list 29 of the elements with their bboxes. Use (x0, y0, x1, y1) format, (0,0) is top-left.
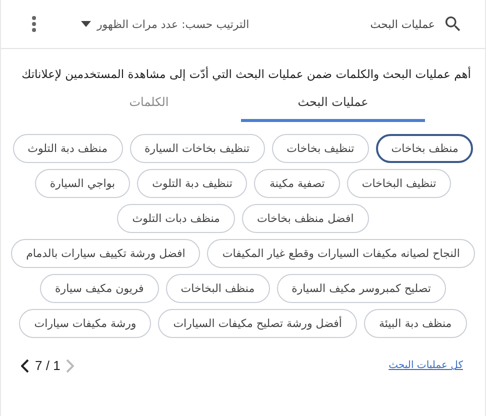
tab[interactable]: عمليات البحث (241, 89, 425, 122)
search-chip[interactable]: منظف دبات التلوث (117, 204, 235, 233)
search-chip[interactable]: تنظيف دبة التلوث (137, 169, 248, 198)
header-title: عمليات البحث (370, 18, 435, 30)
search-chip[interactable]: منظف البخاخات (166, 274, 270, 303)
all-searches-link[interactable]: كل عمليات البحث (388, 360, 463, 371)
search-chip[interactable]: منظف دبة التلوث (12, 134, 123, 163)
tab[interactable]: الكلمات (57, 89, 241, 122)
search-chip[interactable]: تصليح كمبروسر مكيف السيارة (276, 274, 446, 303)
search-chip[interactable]: منظف دبة البيئة (364, 309, 467, 338)
search-chip[interactable]: النجاح لصيانه مكيفات السيارات وقطع غيار المكيفات (207, 239, 475, 268)
search-chip[interactable]: بواجي السيارة (34, 169, 130, 198)
search-chip[interactable]: تنظيف البخاخات (346, 169, 452, 198)
description: أهم عمليات البحث والكلمات ضمن عمليات البحث التي أدّت إلى مشاهدة المستخدمين لإعلاناتك (20, 67, 471, 81)
page-counter: 7 / 1 (35, 358, 60, 373)
more-icon[interactable] (31, 15, 37, 33)
search-chip[interactable]: تنظيف بخاخات السيارة (130, 134, 265, 163)
search-icon[interactable] (443, 14, 463, 34)
caret-icon (81, 21, 91, 27)
search-chip[interactable]: فريون مكيف سيارة (40, 274, 159, 303)
search-chip[interactable]: افضل ورشة تكييف سيارات بالدمام (11, 239, 200, 268)
search-chip[interactable]: ورشة مكيفات سيارات (19, 309, 152, 338)
search-chip[interactable]: تصفية مكينة (254, 169, 340, 198)
search-chip[interactable]: منظف بخاخات (376, 134, 474, 163)
chevron-left-icon[interactable] (21, 358, 29, 372)
search-chip[interactable]: تنظيف بخاخات (272, 134, 370, 163)
sort-dropdown[interactable]: الترتيب حسب: عدد مرات الظهور (81, 18, 250, 30)
search-chip[interactable]: افضل منظف بخاخات (242, 204, 369, 233)
search-chip[interactable]: أفضل ورشة تصليح مكيفات السيارات (158, 309, 357, 338)
